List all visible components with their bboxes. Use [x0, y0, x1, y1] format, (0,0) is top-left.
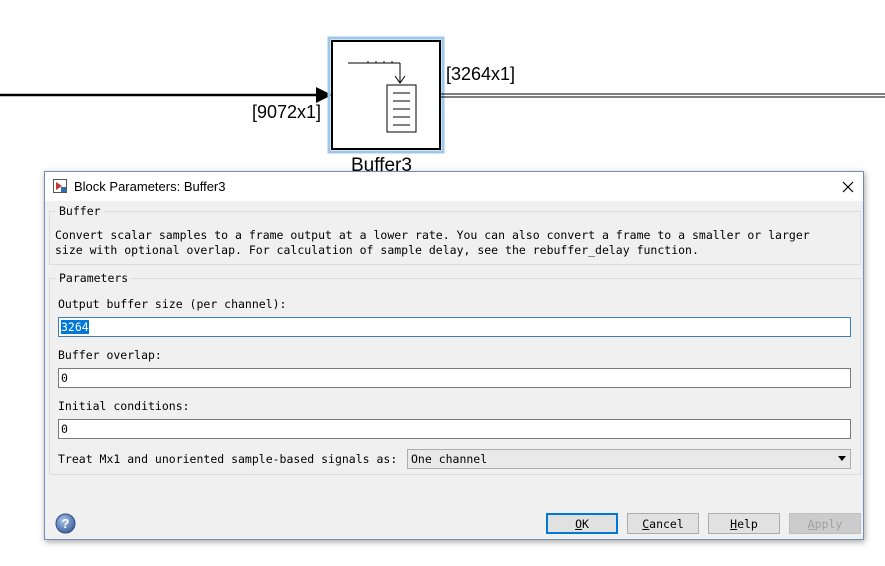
output-buffer-size-label: Output buffer size (per channel): — [58, 297, 287, 311]
input-signal-dimension-label: [9072x1] — [252, 102, 322, 122]
parameters-group-title: Parameters — [59, 271, 129, 285]
buffer3-block[interactable] — [331, 40, 441, 150]
initial-conditions-label: Initial conditions: — [58, 399, 190, 413]
buffer-group-title: Buffer — [59, 204, 101, 218]
buffer-overlap-label: Buffer overlap: — [58, 348, 162, 362]
ok-button-label: OK — [575, 516, 589, 531]
dialog-title: Block Parameters: Buffer3 — [74, 179, 226, 194]
apply-button[interactable]: Apply — [789, 513, 861, 534]
treat-signals-label: Treat Mx1 and unoriented sample-based si… — [58, 452, 398, 466]
cancel-button-label: Cancel — [642, 516, 684, 531]
buffer-overlap-value: 0 — [61, 371, 68, 385]
svg-text:?: ? — [62, 516, 70, 531]
simulink-block-icon — [53, 179, 67, 193]
help-button[interactable]: Help — [708, 513, 780, 534]
buffer-overlap-input[interactable]: 0 — [58, 368, 851, 388]
output-buffer-size-input[interactable]: 3264 — [58, 317, 851, 337]
initial-conditions-input[interactable]: 0 — [58, 419, 851, 439]
output-signal-line[interactable] — [441, 93, 885, 98]
ok-button[interactable]: OK — [546, 513, 618, 534]
chevron-down-icon — [838, 456, 846, 461]
cancel-button[interactable]: Cancel — [627, 513, 699, 534]
dialog-titlebar[interactable]: Block Parameters: Buffer3 — [45, 172, 863, 201]
output-signal-dimension-label: [3264x1] — [446, 64, 516, 84]
output-buffer-size-value: 3264 — [61, 320, 89, 334]
initial-conditions-value: 0 — [61, 422, 68, 436]
treat-signals-dropdown[interactable]: One channel — [407, 449, 851, 469]
treat-signals-selected-value: One channel — [411, 452, 488, 466]
help-button-label: Help — [730, 516, 758, 531]
block-description: Convert scalar samples to a frame output… — [55, 228, 810, 257]
canvas-diagram — [0, 36, 885, 154]
close-icon — [842, 181, 854, 192]
close-button[interactable] — [833, 172, 863, 201]
apply-button-label: Apply — [807, 516, 843, 531]
help-icon[interactable]: ? — [55, 513, 76, 534]
block-parameters-dialog: Block Parameters: Buffer3 Buffer Convert… — [44, 171, 864, 540]
